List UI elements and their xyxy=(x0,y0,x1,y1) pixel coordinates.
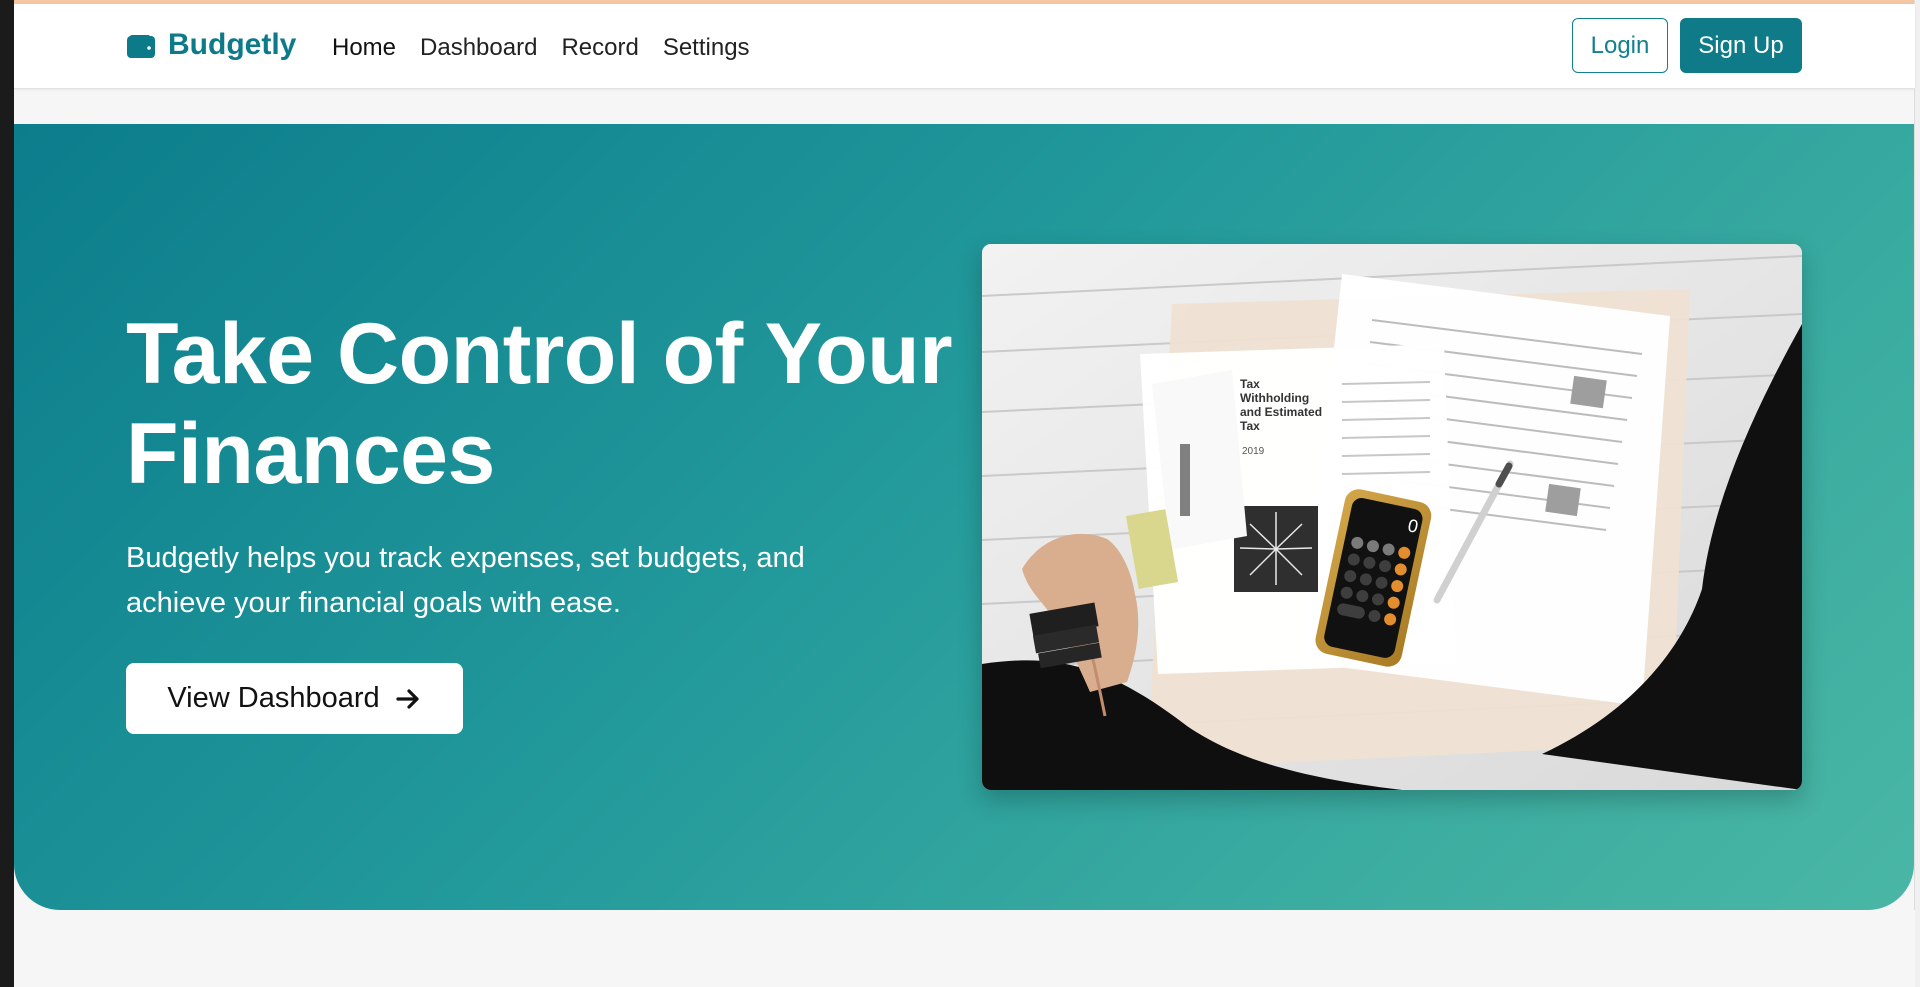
browser-left-edge xyxy=(0,0,14,987)
signup-button[interactable]: Sign Up xyxy=(1680,18,1802,73)
view-dashboard-label: View Dashboard xyxy=(167,682,380,714)
nav-settings[interactable]: Settings xyxy=(663,34,750,62)
main-navigation: Home Dashboard Record Settings xyxy=(332,34,750,62)
view-dashboard-button[interactable]: View Dashboard xyxy=(126,663,463,734)
page-content-background xyxy=(14,910,1915,987)
nav-dashboard[interactable]: Dashboard xyxy=(420,34,537,62)
hero-section: Take Control of Your Finances Budgetly h… xyxy=(14,124,1914,910)
login-button[interactable]: Login xyxy=(1572,18,1668,73)
hero-title: Take Control of Your Finances xyxy=(126,306,953,502)
hero-description: Budgetly helps you track expenses, set b… xyxy=(126,542,805,619)
tax-document-title-line-4: Tax xyxy=(1240,419,1260,433)
tax-paperwork-illustration: Tax Withholding and Estimated Tax 2019 0 xyxy=(982,244,1802,790)
nav-home[interactable]: Home xyxy=(332,34,396,62)
brand-name: Budgetly xyxy=(168,28,297,61)
tax-document-title-line-2: Withholding xyxy=(1240,391,1309,405)
brand-logo[interactable]: Budgetly xyxy=(126,28,296,62)
arrow-right-icon xyxy=(394,685,422,713)
finance-paperwork-photo: Tax Withholding and Estimated Tax 2019 0 xyxy=(982,244,1802,790)
auth-actions: Login Sign Up xyxy=(1572,18,1802,73)
tax-document-title-line-3: and Estimated xyxy=(1240,405,1322,419)
top-navbar: Budgetly Home Dashboard Record Settings … xyxy=(14,4,1915,89)
browser-scrollbar[interactable] xyxy=(1914,0,1920,987)
tax-document-title-line-1: Tax xyxy=(1240,377,1260,391)
budgetly-app: Budgetly Home Dashboard Record Settings … xyxy=(0,0,1920,987)
tax-document-year: 2019 xyxy=(1242,446,1265,457)
wallet-icon xyxy=(126,33,156,58)
nav-record[interactable]: Record xyxy=(561,34,638,62)
